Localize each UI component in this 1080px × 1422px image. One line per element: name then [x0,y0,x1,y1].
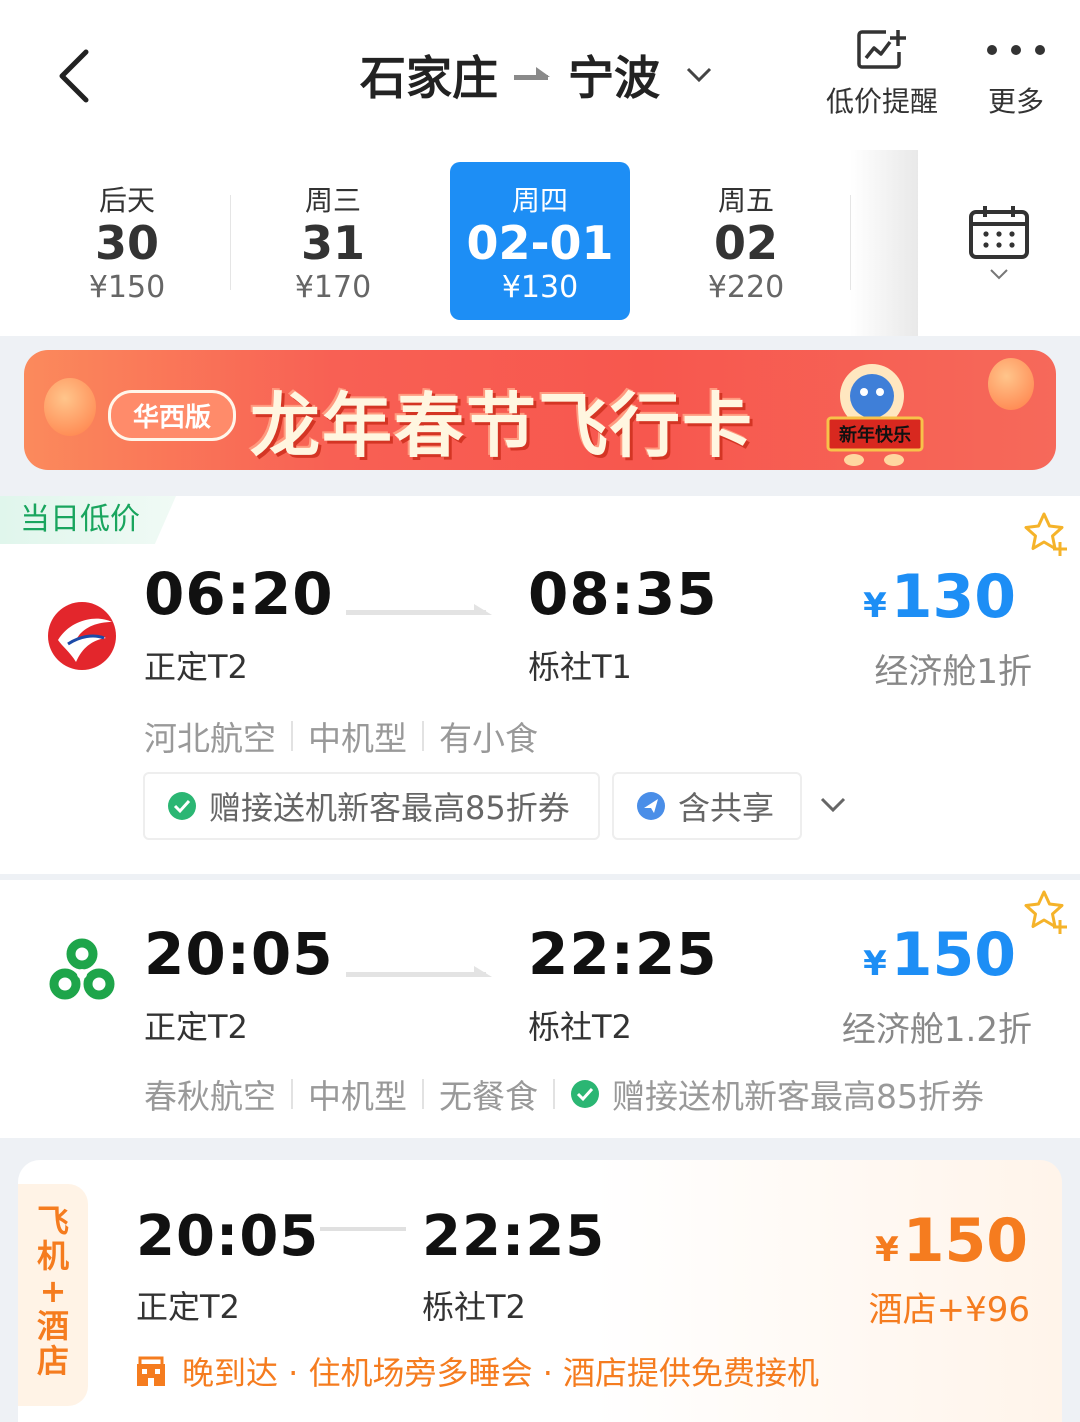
aircraft-size: 中机型 [308,1077,407,1116]
date-weekday: 周四 [511,184,568,217]
date-price: ¥170 [294,270,372,305]
aircraft-size: 中机型 [308,719,407,758]
favorite-star-icon[interactable] [1022,888,1070,936]
more-button[interactable]: 更多 [986,28,1046,120]
depart-terminal: 正定T2 [136,1288,240,1326]
more-dots-icon [987,45,1045,55]
calendar-icon [969,206,1029,259]
date-selector: 后天 30 ¥150 周三 31 ¥170 周四 02-01 ¥130 周五 0… [0,150,1080,336]
coupon-chip-label: 赠接送机新客最高85折券 [209,789,570,827]
date-price: ¥150 [88,270,166,305]
codeshare-chip-label: 含共享 [678,789,775,827]
airline-name: 河北航空 [144,719,276,758]
calendar-button[interactable] [918,150,1080,336]
cabin-discount: 经济舱1折 [874,652,1032,692]
date-day: 31 [300,216,365,270]
destination-city: 宁波 [568,51,660,105]
low-price-tag: 当日低价 [0,496,176,544]
date-item-selected[interactable]: 周四 02-01 ¥130 [450,162,630,320]
spring-airlines-logo-icon [49,938,115,1000]
flight-card[interactable]: 当日低价 06:20 正定T2 08:35 栎社T1 ¥130 经济舱1折 河北… [0,496,1080,874]
cabin-discount: 经济舱1.2折 [841,1010,1032,1050]
flight-price: ¥150 [863,920,1016,990]
banner-headline: 龙年春节飞行卡 [250,384,754,467]
scroll-fade [850,150,920,336]
date-weekday: 周五 [717,184,774,217]
package-perk-text: 晚到达 · 住机场旁多睡会 · 酒店提供免费接机 [182,1354,820,1392]
package-price: ¥150 [875,1206,1028,1276]
chevron-down-icon [686,67,712,83]
svg-text:新年快乐: 新年快乐 [839,424,911,446]
divider [422,1079,424,1109]
date-item[interactable]: 后天 30 ¥150 [37,162,217,320]
depart-terminal: 正定T2 [144,648,248,686]
hotel-building-icon [137,1356,165,1386]
date-day: 02-01 [466,216,614,270]
lantern-decoration [44,378,96,436]
meal-info: 无餐食 [439,1077,538,1116]
flight-hotel-package-card[interactable]: 飞 机 + 酒 店 20:05 正定T2 22:25 栎社T2 ¥150 酒店+… [18,1160,1062,1422]
date-item[interactable]: 周五 02 ¥220 [656,162,836,320]
divider [230,195,231,290]
package-side-label: 飞 机 + 酒 店 [18,1184,88,1406]
route-selector[interactable]: 石家庄 宁波 [360,40,714,110]
flight-attributes: 春秋航空 中机型 无餐食 赠接送机新客最高85折券 [144,1070,984,1118]
date-item[interactable]: 周三 31 ¥170 [243,162,423,320]
arrive-terminal: 栎社T2 [422,1288,526,1326]
depart-time: 20:05 [144,920,334,988]
plane-circle-icon [637,792,665,820]
divider [422,721,424,751]
hebei-airlines-logo-icon [48,602,116,670]
arrive-time: 22:25 [422,1204,606,1269]
arrive-time: 08:35 [528,560,718,628]
coupon-info: 赠接送机新客最高85折券 [612,1077,984,1116]
more-label: 更多 [987,85,1044,118]
meal-info: 有小食 [439,719,538,758]
hotel-extra-price: 酒店+¥96 [868,1290,1030,1330]
back-arrow-icon[interactable] [50,48,100,104]
expand-chevron-icon[interactable] [818,794,848,816]
date-price: ¥130 [501,270,579,305]
flight-price: ¥130 [863,562,1016,632]
promo-banner[interactable]: 华西版 龙年春节飞行卡 新年快乐 [24,350,1056,470]
date-weekday: 后天 [98,184,155,217]
favorite-star-icon[interactable] [1022,510,1070,558]
price-alert-button[interactable]: 低价提醒 [826,28,938,120]
divider [291,721,293,751]
airline-name: 春秋航空 [144,1077,276,1116]
arrive-terminal: 栎社T1 [528,648,632,686]
banner-pill: 华西版 [108,390,237,441]
route-arrow-icon [514,67,550,80]
date-day: 30 [94,216,159,270]
top-bar: 石家庄 宁波 低价提醒 更多 [0,0,1080,150]
check-circle-icon [168,792,196,820]
flight-path-line-icon [320,1227,406,1231]
arrive-time: 22:25 [528,920,718,988]
depart-time: 06:20 [144,560,334,628]
date-weekday: 周三 [304,184,361,217]
package-perk: 晚到达 · 住机场旁多睡会 · 酒店提供免费接机 [134,1348,819,1394]
flight-path-arrow-icon [346,966,492,977]
price-alert-label: 低价提醒 [826,85,939,118]
dragon-mascot-icon: 新年快乐 [826,364,924,466]
check-circle-icon [571,1080,599,1108]
depart-time: 20:05 [136,1204,320,1269]
divider [553,1079,555,1109]
divider [291,1079,293,1109]
arrive-terminal: 栎社T2 [528,1008,632,1046]
lantern-decoration [988,358,1034,410]
coupon-chip[interactable]: 赠接送机新客最高85折券 [143,772,600,840]
origin-city: 石家庄 [360,51,498,105]
flight-attributes: 河北航空 中机型 有小食 [144,712,538,760]
flight-path-arrow-icon [346,604,492,615]
codeshare-chip[interactable]: 含共享 [612,772,802,840]
flight-card[interactable]: 20:05 正定T2 22:25 栎社T2 ¥150 经济舱1.2折 春秋航空 … [0,880,1080,1138]
trend-chart-plus-icon [857,30,906,69]
date-day: 02 [713,216,778,270]
depart-terminal: 正定T2 [144,1008,248,1046]
date-price: ¥220 [707,270,785,305]
chevron-down-icon [990,269,1008,280]
